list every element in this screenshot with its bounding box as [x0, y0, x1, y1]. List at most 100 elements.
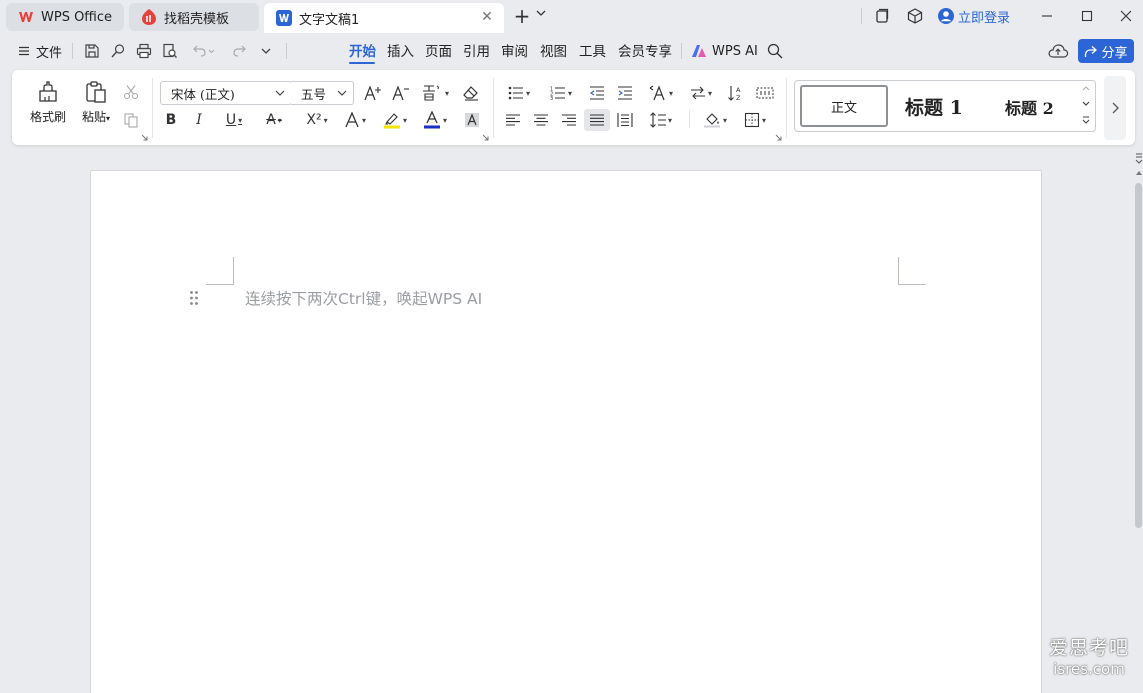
divider — [72, 43, 73, 59]
font-dialog-launcher-icon[interactable] — [482, 134, 489, 141]
tab-wps-office[interactable]: WPS Office — [6, 3, 124, 31]
group-divider — [786, 78, 787, 138]
font-name-value: 宋体 (正文) — [171, 86, 235, 102]
window-layout-icon[interactable] — [872, 6, 892, 26]
styles-expand-icon[interactable] — [1081, 116, 1091, 128]
align-center-icon[interactable] — [528, 109, 554, 131]
borders-icon[interactable]: ▾ — [738, 109, 772, 131]
margin-corner-mark-left — [206, 257, 234, 285]
chinese-layout-icon[interactable]: ▾ — [644, 82, 678, 104]
font-size-select[interactable]: 五号 — [291, 81, 354, 105]
tab-view[interactable]: 视图 — [540, 43, 567, 61]
shading-fill-icon[interactable]: ▾ — [698, 109, 732, 131]
show-hide-marks-icon[interactable] — [752, 82, 778, 104]
site-watermark: 爱思考吧 isres.com — [1045, 636, 1133, 682]
sort-icon[interactable]: AZ — [724, 82, 750, 104]
tab-insert[interactable]: 插入 — [387, 43, 414, 61]
line-spacing-icon[interactable]: ▾ — [644, 109, 678, 131]
tab-docer-templates[interactable]: 找稻壳模板 — [129, 3, 259, 31]
highlight-color-icon[interactable]: ▾ — [378, 109, 412, 131]
new-tab-plus-icon[interactable]: + — [513, 6, 531, 26]
print-preview-icon[interactable] — [161, 42, 179, 60]
tab-list-chevron-down-icon[interactable] — [536, 8, 548, 24]
ruler-toggle-icon[interactable] — [1135, 152, 1143, 164]
watermark-line-2: isres.com — [1053, 660, 1125, 678]
cut-scissors-icon[interactable] — [118, 81, 144, 103]
cube-app-center-icon[interactable] — [905, 6, 925, 26]
underline-icon[interactable]: U ▾ — [217, 109, 251, 131]
font-color-icon[interactable]: ▾ — [418, 109, 452, 131]
file-menu-label: 文件 — [36, 45, 63, 61]
margin-corner-mark-right — [898, 257, 926, 285]
group-divider — [152, 78, 153, 138]
paragraph-dialog-launcher-icon[interactable] — [775, 134, 782, 141]
close-tab-icon[interactable]: ✕ — [480, 10, 494, 24]
document-page[interactable]: 连续按下两次Ctrl键，唤起WPS AI — [90, 170, 1042, 693]
paragraph-drag-handle-icon[interactable] — [189, 290, 199, 306]
undo-icon[interactable] — [190, 42, 216, 60]
character-shading-icon[interactable] — [459, 109, 485, 131]
copy-icon[interactable] — [118, 109, 144, 131]
wps-ai-button[interactable]: WPS AI — [691, 42, 758, 60]
ribbon-scroll-right-icon[interactable] — [1104, 76, 1126, 140]
align-left-icon[interactable] — [500, 109, 526, 131]
divider — [689, 110, 690, 128]
file-menu-button[interactable]: 文件 — [18, 42, 63, 61]
styles-gallery: 正文 标题 1 标题 2 — [794, 80, 1096, 132]
italic-icon[interactable]: I — [186, 109, 212, 131]
print-icon[interactable] — [135, 42, 153, 60]
decrease-indent-icon[interactable] — [584, 82, 610, 104]
distributed-align-icon[interactable] — [612, 109, 638, 131]
search-icon[interactable] — [766, 42, 784, 60]
tab-tools[interactable]: 工具 — [579, 43, 606, 61]
clipboard-dialog-launcher-icon[interactable] — [141, 134, 148, 141]
format-painter-button[interactable]: 格式刷 — [26, 80, 70, 132]
increase-font-size-icon[interactable] — [360, 82, 386, 104]
align-justify-icon[interactable] — [584, 109, 610, 131]
text-effect-icon[interactable]: ▾ — [338, 109, 372, 131]
superscript-icon[interactable]: X² ▾ — [300, 109, 334, 131]
tab-document-1[interactable]: 文字文稿1 ✕ — [264, 3, 504, 33]
strikethrough-icon[interactable]: A ▾ — [257, 109, 291, 131]
export-pdf-icon[interactable] — [109, 42, 127, 60]
align-right-icon[interactable] — [556, 109, 582, 131]
phonetic-guide-icon[interactable]: ▾ — [418, 82, 452, 104]
styles-scroll-up-icon[interactable] — [1081, 83, 1091, 95]
bold-icon[interactable]: B — [158, 109, 184, 131]
maximize-window-icon[interactable] — [1077, 6, 1097, 26]
text-direction-icon[interactable]: ▾ — [684, 82, 718, 104]
clear-formatting-eraser-icon[interactable] — [458, 82, 484, 104]
share-button[interactable]: 分享 — [1078, 39, 1134, 63]
bullet-list-icon[interactable]: ▾ — [502, 82, 536, 104]
tab-page[interactable]: 页面 — [425, 43, 452, 61]
share-icon — [1085, 45, 1098, 57]
tab-references[interactable]: 引用 — [463, 43, 490, 61]
tab-review[interactable]: 审阅 — [501, 43, 528, 61]
decrease-font-size-icon[interactable] — [388, 82, 414, 104]
style-heading-2[interactable]: 标题 2 — [1005, 95, 1054, 119]
login-button[interactable]: 立即登录 — [938, 6, 1010, 26]
styles-scroll-down-icon[interactable] — [1081, 99, 1091, 111]
tab-label: 找稻壳模板 — [164, 11, 230, 27]
numbered-list-icon[interactable]: 1 2 3 ▾ — [544, 82, 578, 104]
minimize-window-icon[interactable] — [1037, 6, 1057, 26]
chevron-down-icon — [337, 90, 347, 96]
wps-ai-label: WPS AI — [712, 43, 758, 59]
close-window-icon[interactable] — [1116, 6, 1136, 26]
tab-home[interactable]: 开始 — [349, 43, 376, 61]
save-icon[interactable] — [83, 42, 101, 60]
watermark-line-1: 爱思考吧 — [1048, 637, 1129, 659]
scroll-up-arrow-icon[interactable] — [1135, 170, 1143, 176]
redo-icon[interactable] — [231, 42, 249, 60]
ai-prompt-placeholder: 连续按下两次Ctrl键，唤起WPS AI — [245, 290, 483, 308]
font-name-select[interactable]: 宋体 (正文) — [160, 81, 292, 105]
tab-member[interactable]: 会员专享 — [618, 43, 672, 61]
style-heading-1[interactable]: 标题 1 — [905, 93, 963, 120]
svg-text:Z: Z — [736, 94, 741, 101]
quick-access-chevron-down-icon[interactable] — [257, 42, 275, 60]
increase-indent-icon[interactable] — [612, 82, 638, 104]
scrollbar-thumb[interactable] — [1135, 183, 1142, 528]
style-normal[interactable]: 正文 — [800, 85, 888, 127]
cloud-sync-icon[interactable] — [1047, 41, 1069, 61]
paste-button[interactable]: 粘贴▾ — [74, 80, 118, 132]
